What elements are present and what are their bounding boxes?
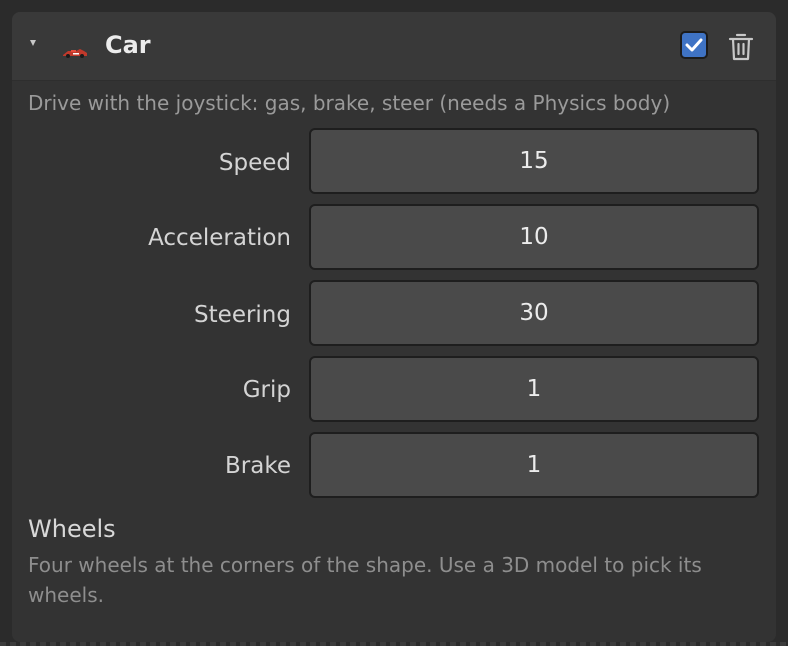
- field-label-speed: Speed: [218, 150, 291, 176]
- field-label-brake: Brake: [225, 453, 291, 479]
- brake-input[interactable]: [309, 432, 759, 498]
- component-title: Car: [105, 31, 151, 59]
- collapse-arrow-icon[interactable]: [30, 40, 36, 46]
- field-label-acceleration: Acceleration: [148, 225, 291, 251]
- next-panel-edge: [0, 642, 788, 646]
- speed-input[interactable]: [309, 128, 759, 194]
- grip-input[interactable]: [309, 356, 759, 422]
- wheels-section-description: Four wheels at the corners of the shape.…: [28, 553, 702, 607]
- checkmark-icon: [685, 38, 703, 52]
- enabled-checkbox[interactable]: [680, 31, 708, 59]
- car-component-panel: Car Drive with the joystick: gas, brake,…: [12, 12, 776, 642]
- field-label-grip: Grip: [242, 377, 291, 403]
- trash-icon[interactable]: [728, 32, 754, 62]
- race-car-icon: [63, 49, 87, 58]
- acceleration-input[interactable]: [309, 204, 759, 270]
- wheels-section-title: Wheels: [28, 515, 116, 543]
- field-label-steering: Steering: [194, 302, 291, 328]
- steering-input[interactable]: [309, 280, 759, 346]
- component-header[interactable]: Car: [12, 12, 776, 81]
- component-description: Drive with the joystick: gas, brake, ste…: [28, 91, 671, 115]
